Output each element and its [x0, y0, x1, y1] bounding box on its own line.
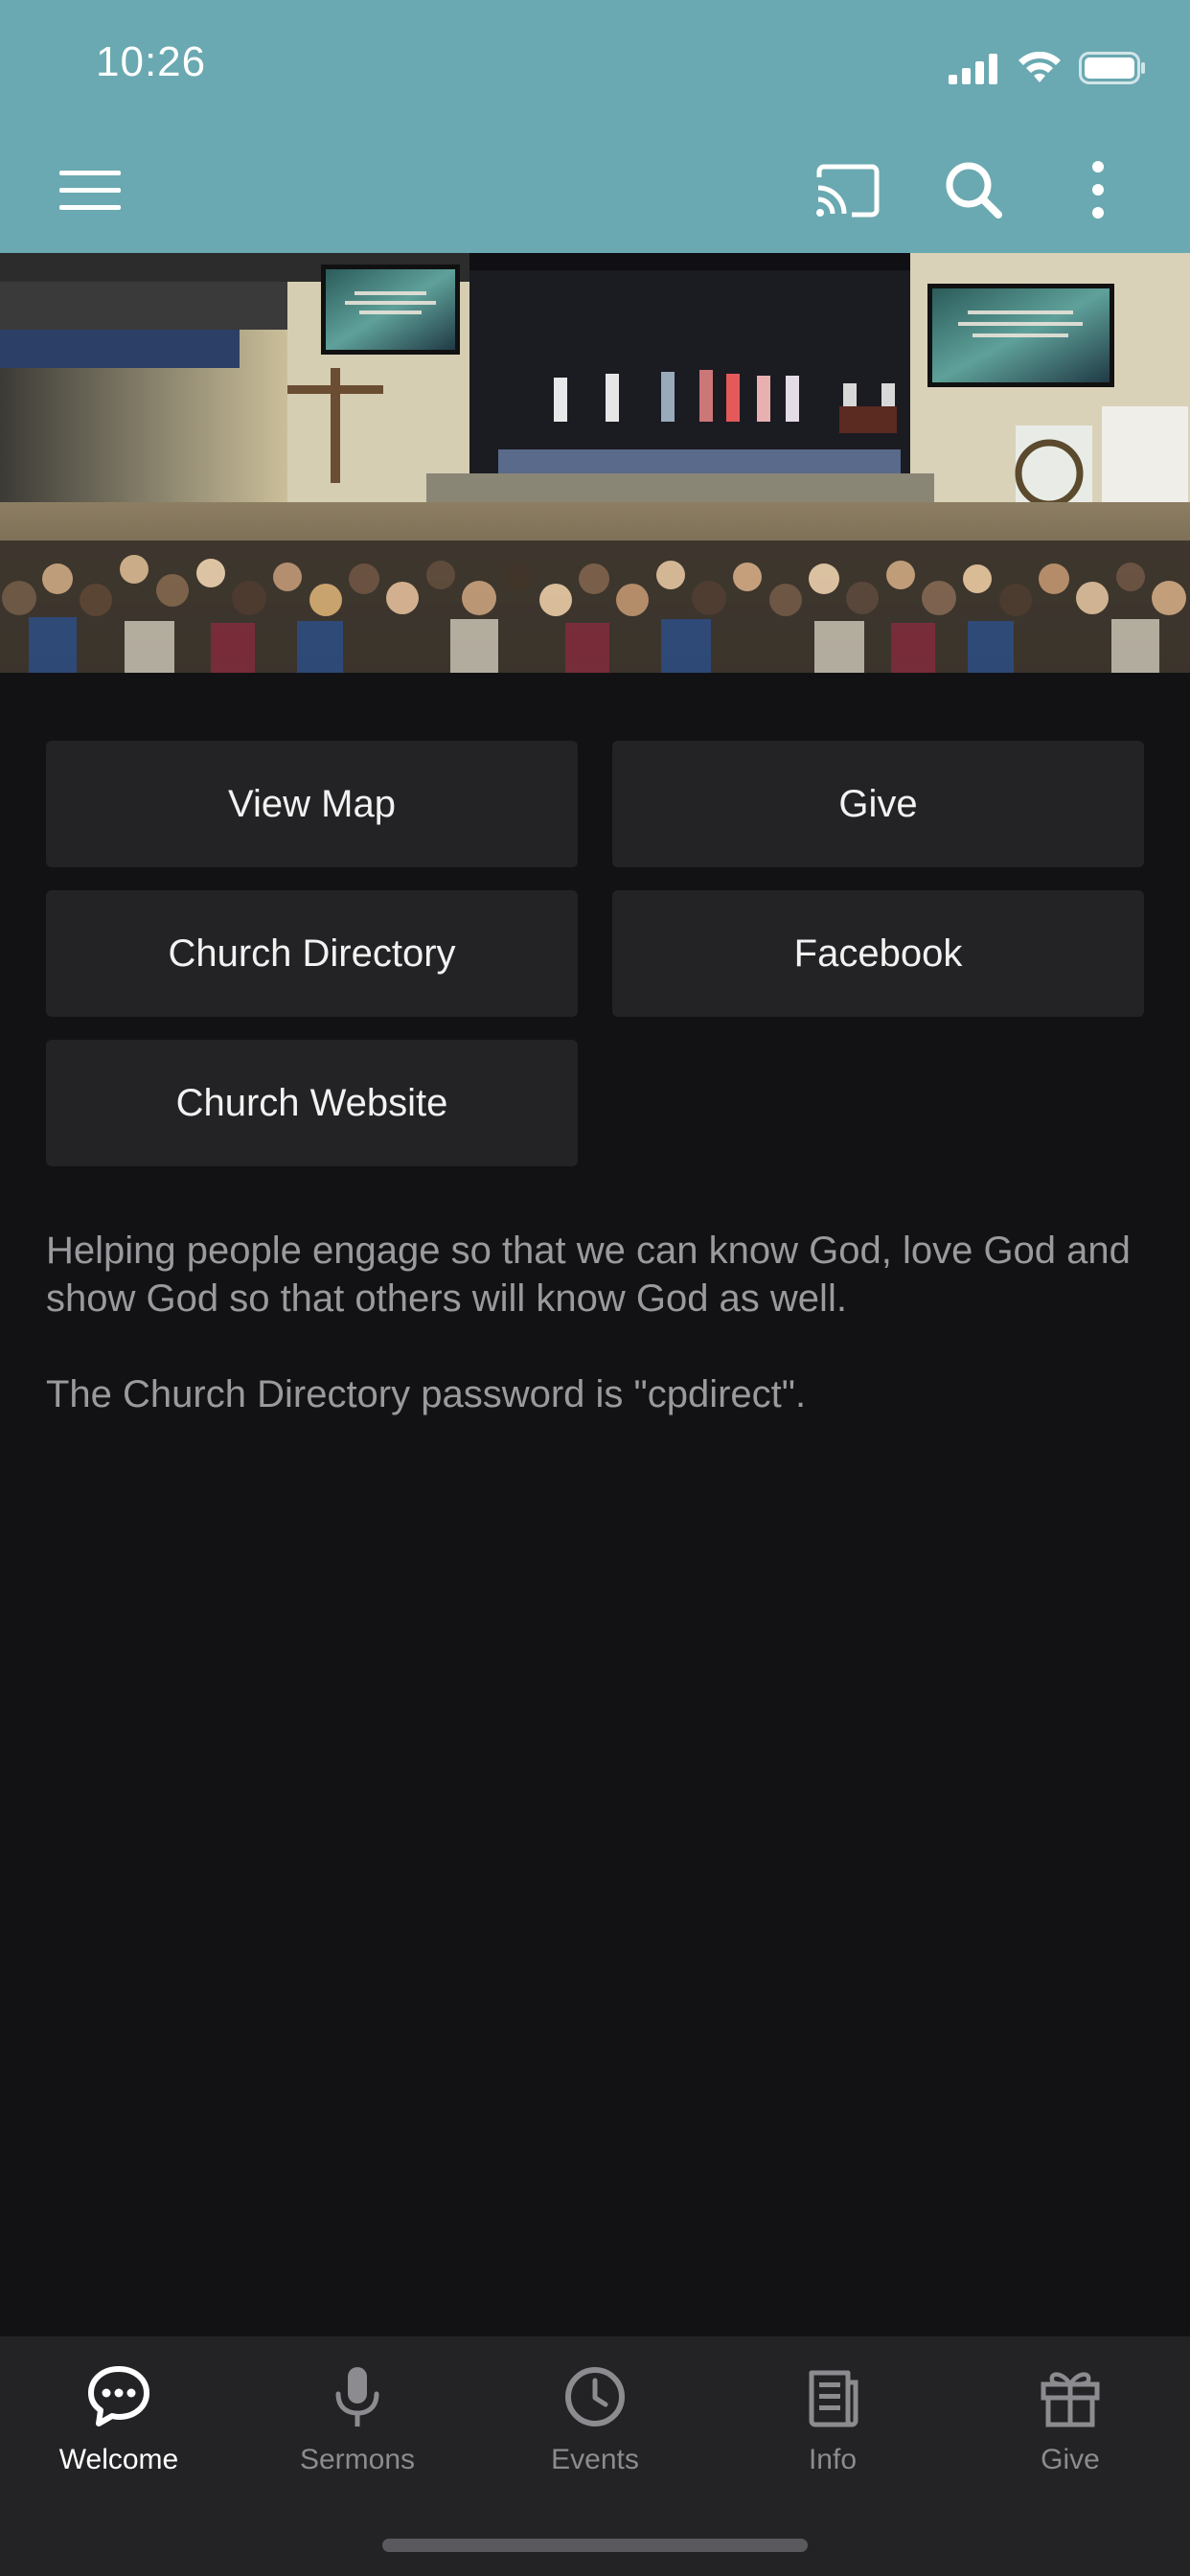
view-map-button[interactable]: View Map	[46, 741, 578, 867]
give-button[interactable]: Give	[612, 741, 1144, 867]
hamburger-menu-icon[interactable]	[50, 159, 130, 222]
church-directory-button[interactable]: Church Directory	[46, 890, 578, 1017]
tab-label: Info	[808, 2444, 858, 2475]
tab-sermons[interactable]: Sermons	[239, 2336, 476, 2499]
microphone-icon	[332, 2361, 382, 2432]
tab-label: Give	[1041, 2444, 1100, 2475]
welcome-description: Helping people engage so that we can kno…	[46, 1227, 1148, 1418]
battery-icon	[1079, 52, 1145, 84]
directory-password-note: The Church Directory password is "cpdire…	[46, 1373, 807, 1415]
tab-info[interactable]: Info	[714, 2336, 951, 2499]
clock-icon	[563, 2361, 627, 2432]
bottom-tab-bar: Welcome Sermons Events Info Give	[0, 2336, 1190, 2576]
home-indicator	[382, 2539, 808, 2552]
church-website-button[interactable]: Church Website	[46, 1040, 578, 1166]
status-icons	[949, 46, 1146, 84]
gift-icon	[1039, 2361, 1102, 2432]
hero-image	[0, 253, 1190, 673]
tab-label: Sermons	[299, 2444, 416, 2475]
tab-events[interactable]: Events	[476, 2336, 714, 2499]
mission-statement: Helping people engage so that we can kno…	[46, 1230, 1131, 1320]
cast-icon[interactable]	[809, 159, 885, 222]
facebook-button[interactable]: Facebook	[612, 890, 1144, 1017]
newspaper-icon	[806, 2361, 859, 2432]
search-icon[interactable]	[939, 155, 1008, 224]
tab-label: Events	[551, 2444, 639, 2475]
tab-welcome[interactable]: Welcome	[0, 2336, 238, 2499]
status-time: 10:26	[96, 38, 207, 85]
chat-bubble-icon	[87, 2361, 150, 2432]
app-header: 10:26	[0, 0, 1190, 253]
cellular-signal-icon	[949, 54, 997, 84]
tab-give[interactable]: Give	[951, 2336, 1189, 2499]
tab-label: Welcome	[58, 2444, 179, 2475]
wifi-icon	[1018, 52, 1061, 82]
more-vertical-icon[interactable]	[1079, 155, 1117, 224]
